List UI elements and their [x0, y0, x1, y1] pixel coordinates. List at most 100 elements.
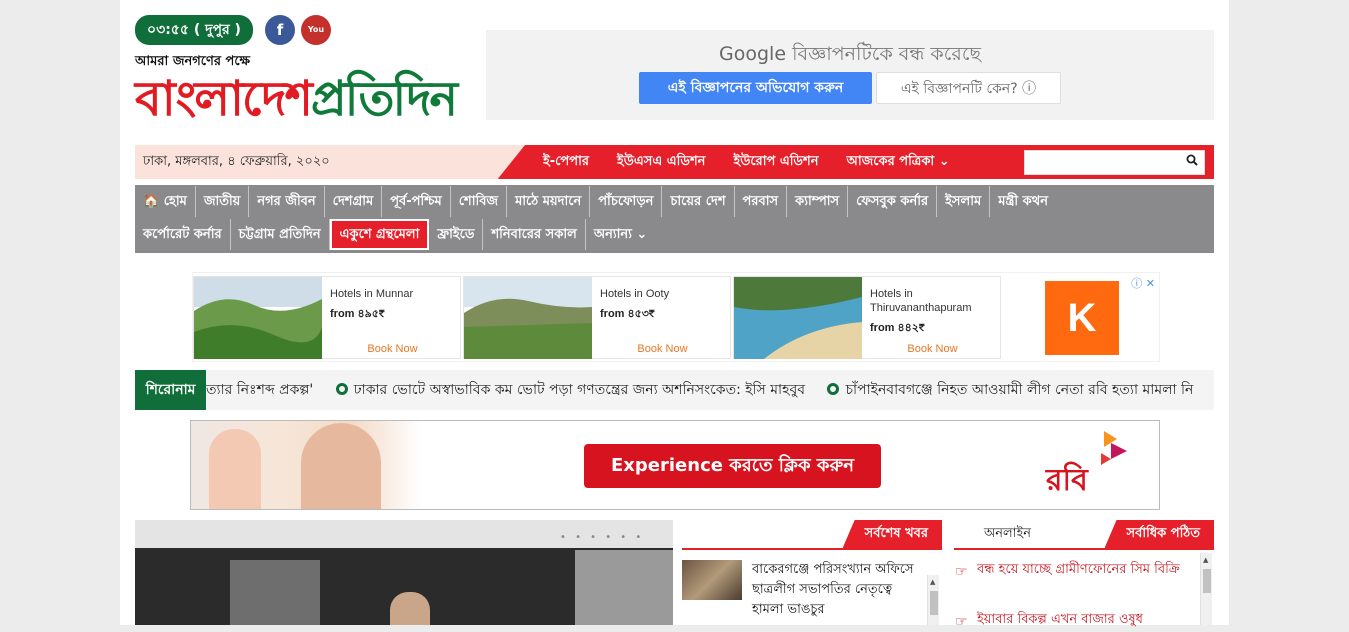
ticker-item[interactable]: চাঁপাইনবাবগঞ্জে নিহত আওয়ামী লীগ নেতা রব…: [845, 382, 1193, 398]
pointing-hand-icon: ☞: [955, 614, 968, 630]
list-item[interactable]: ☞ ইয়াবার বিকল্প এখন বাজার ওষুধ: [955, 610, 1195, 630]
ticker-item[interactable]: ত্যার নিঃশব্দ প্রকল্প': [206, 382, 313, 398]
robi-logo-icon: [1101, 431, 1127, 465]
hotel-image: [194, 277, 322, 359]
date-bar: ঢাকা, মঙ্গলবার, ৪ ফেব্রুয়ারি, ২০২০ ই-পে…: [135, 145, 1214, 179]
nav-book-fair[interactable]: একুশে গ্রন্থমেলা: [329, 219, 430, 250]
logo-part-1: বাংলাদেশ: [135, 71, 313, 127]
hotel-price: from ৪৪২₹: [870, 322, 925, 334]
nav-row-2: কর্পোরেট কর্নার চট্টগ্রাম প্রতিদিন একুশে…: [135, 219, 1214, 252]
current-date: ঢাকা, মঙ্গলবার, ৪ ফেব্রুয়ারি, ২০২০: [135, 145, 525, 179]
nav-tea-country[interactable]: চায়ের দেশ: [662, 186, 735, 217]
ad-closed-text: বিজ্ঞাপনটিকে বন্ধ করেছে: [792, 43, 981, 65]
ad-closed-message: Google বিজ্ঞাপনটিকে বন্ধ করেছে: [486, 40, 1214, 72]
book-now-button[interactable]: Book Now: [600, 343, 725, 355]
hotel-card-thiruvananthapuram[interactable]: Hotels in Thiruvananthapuram from ৪৪২₹ B…: [733, 276, 1001, 359]
slider-dots[interactable]: • • • • • •: [560, 532, 644, 543]
top-ad: Google বিজ্ঞাপনটিকে বন্ধ করেছে এই বিজ্ঞা…: [486, 30, 1214, 120]
book-now-button[interactable]: Book Now: [330, 343, 455, 355]
tab-latest-news[interactable]: সর্বশেষ খবর: [842, 520, 942, 548]
nav-showbiz[interactable]: শোবিজ: [451, 186, 508, 217]
link-todays-paper[interactable]: আজকের পত্রিকা ⌄: [846, 145, 949, 179]
nav-islam[interactable]: ইসলাম: [937, 186, 991, 217]
popular-title[interactable]: বন্ধ হয়ে যাচ্ছে গ্রামীণফোনের সিম বিক্রি: [977, 560, 1195, 580]
search-box: [1024, 150, 1205, 175]
bullet-icon: [335, 383, 348, 395]
why-this-ad-button[interactable]: এই বিজ্ঞাপনটি কেন? ⓘ: [876, 72, 1061, 104]
nav-campus[interactable]: ক্যাম্পাস: [787, 186, 849, 217]
list-item[interactable]: ☞ বন্ধ হয়ে যাচ্ছে গ্রামীণফোনের সিম বিক্…: [955, 560, 1195, 580]
tab-online[interactable]: অনলাইন: [984, 520, 1031, 548]
nav-corporate-corner[interactable]: কর্পোরেট কর্নার: [135, 219, 231, 250]
nav-probash[interactable]: পরবাস: [735, 186, 788, 217]
news-title[interactable]: বাকেরগঞ্জে পরিসংখ্যান অফিসে ছাত্রলীগ সভা…: [752, 560, 922, 620]
search-input[interactable]: [1025, 151, 1175, 173]
headline-ticker: শিরোনাম ত্যার নিঃশব্দ প্রকল্প' ঢাকার ভোট…: [135, 370, 1214, 410]
bullet-icon: [827, 383, 840, 395]
nav-national[interactable]: জাতীয়: [196, 186, 250, 217]
nav-saturday-morning[interactable]: শনিবারের সকাল: [483, 219, 586, 250]
hotel-card-munnar[interactable]: Hotels in Munnar from ৪৯৫₹ Book Now: [193, 276, 461, 359]
link-europe-edition[interactable]: ইউরোপ এডিশন: [733, 145, 818, 179]
page: ০৩:৫৫ ( দুপুর ) f You Tube আমরা জনগণের প…: [120, 0, 1229, 630]
hotel-image: [734, 277, 862, 359]
nav-chattogram[interactable]: চট্টগ্রাম প্রতিদিন: [231, 219, 330, 250]
scroll-up-icon[interactable]: ▲: [1203, 556, 1208, 564]
nav-panchforon[interactable]: পাঁচফোড়ন: [590, 186, 663, 217]
nav-country[interactable]: দেশগ্রাম: [325, 186, 383, 217]
nav-city-life[interactable]: নগর জীবন: [249, 186, 325, 217]
nav-home[interactable]: 🏠 হোম: [135, 186, 196, 217]
google-wordmark: Google: [719, 43, 787, 65]
link-usa-edition[interactable]: ইউএসএ এডিশন: [617, 145, 705, 179]
brand-k-logo[interactable]: K: [1045, 281, 1119, 355]
adchoices-icon[interactable]: ⓘ ✕: [1131, 275, 1155, 291]
news-thumbnail: [682, 560, 742, 600]
facebook-icon[interactable]: f: [265, 15, 295, 45]
banner-person: [301, 423, 381, 509]
pointing-hand-icon: ☞: [955, 564, 968, 580]
popular-header: অনলাইন সর্বাধিক পঠিত: [954, 520, 1214, 550]
hotel-name: Hotels in Ooty: [600, 288, 670, 300]
nav-facebook-corner[interactable]: ফেসবুক কর্নার: [848, 186, 938, 217]
nav-row-1: 🏠 হোম জাতীয় নগর জীবন দেশগ্রাম পূর্ব-পশ্…: [135, 186, 1214, 219]
nav-minister-says[interactable]: মন্ত্রী কথন: [990, 186, 1056, 217]
hotel-name: Hotels in Thiruvananthapuram: [870, 288, 972, 314]
banner-photo: [191, 421, 421, 509]
book-now-button[interactable]: Book Now: [870, 343, 995, 355]
lead-news-photo[interactable]: • • • • • •: [135, 520, 673, 625]
hotel-card-ooty[interactable]: Hotels in Ooty from ৪৫৩₹ Book Now: [463, 276, 731, 359]
photo-wall: [575, 550, 673, 625]
main-nav: 🏠 হোম জাতীয় নগর জীবন দেশগ্রাম পূর্ব-পশ্…: [135, 185, 1214, 253]
hotel-price: from ৪৯৫₹: [330, 308, 385, 320]
nav-friday[interactable]: ফ্রাইডে: [429, 219, 484, 250]
banner-person: [209, 429, 261, 509]
link-epaper[interactable]: ই-পেপার: [543, 145, 589, 179]
scroll-up-icon[interactable]: ▲: [930, 578, 935, 586]
nav-east-west[interactable]: পূর্ব-পশ্চিম: [382, 186, 451, 217]
photo-person: [390, 592, 430, 625]
hotel-name: Hotels in Munnar: [330, 288, 414, 300]
ticker-text: ত্যার নিঃশব্দ প্রকল্প' ঢাকার ভোটে অস্বাভ…: [206, 370, 1193, 410]
report-ad-button[interactable]: এই বিজ্ঞাপনের অভিযোগ করুন: [639, 72, 872, 104]
banner-cta-button[interactable]: Experience করতে ক্লিক করুন: [584, 444, 881, 488]
tab-most-read[interactable]: সর্বাধিক পঠিত: [1104, 520, 1214, 548]
ticker-item[interactable]: ঢাকার ভোটে অস্বাভাবিক কম ভোট পড়া গণতন্ত…: [354, 382, 805, 398]
popular-title[interactable]: ইয়াবার বিকল্প এখন বাজার ওষুধ: [977, 610, 1195, 630]
nav-others-dropdown[interactable]: অন্যান্য ⌄: [586, 219, 656, 250]
scroll-thumb[interactable]: [930, 591, 938, 615]
scroll-thumb[interactable]: [1203, 569, 1211, 593]
robi-banner-ad[interactable]: Experience করতে ক্লিক করুন রবি: [190, 420, 1160, 510]
hotel-image: [464, 277, 592, 359]
youtube-icon[interactable]: You Tube: [301, 15, 331, 64]
list-item[interactable]: বাকেরগঞ্জে পরিসংখ্যান অফিসে ছাত্রলীগ সভা…: [682, 560, 940, 625]
nav-sports[interactable]: মাঠে ময়দানে: [507, 186, 591, 217]
top-links: ই-পেপার ইউএসএ এডিশন ইউরোপ এডিশন আজকের পত…: [543, 145, 978, 179]
latest-news-header: সর্বশেষ খবর: [682, 520, 942, 550]
search-icon[interactable]: [1186, 154, 1198, 169]
photo-window: [230, 560, 320, 625]
hotel-price: from ৪৫৩₹: [600, 308, 655, 320]
popular-scrollbar[interactable]: ▲: [1200, 553, 1212, 625]
latest-news-scrollbar[interactable]: ▲: [927, 575, 939, 625]
site-logo[interactable]: বাংলাদেশপ্রতিদিন: [135, 64, 458, 134]
robi-logo: রবি: [1046, 463, 1088, 498]
